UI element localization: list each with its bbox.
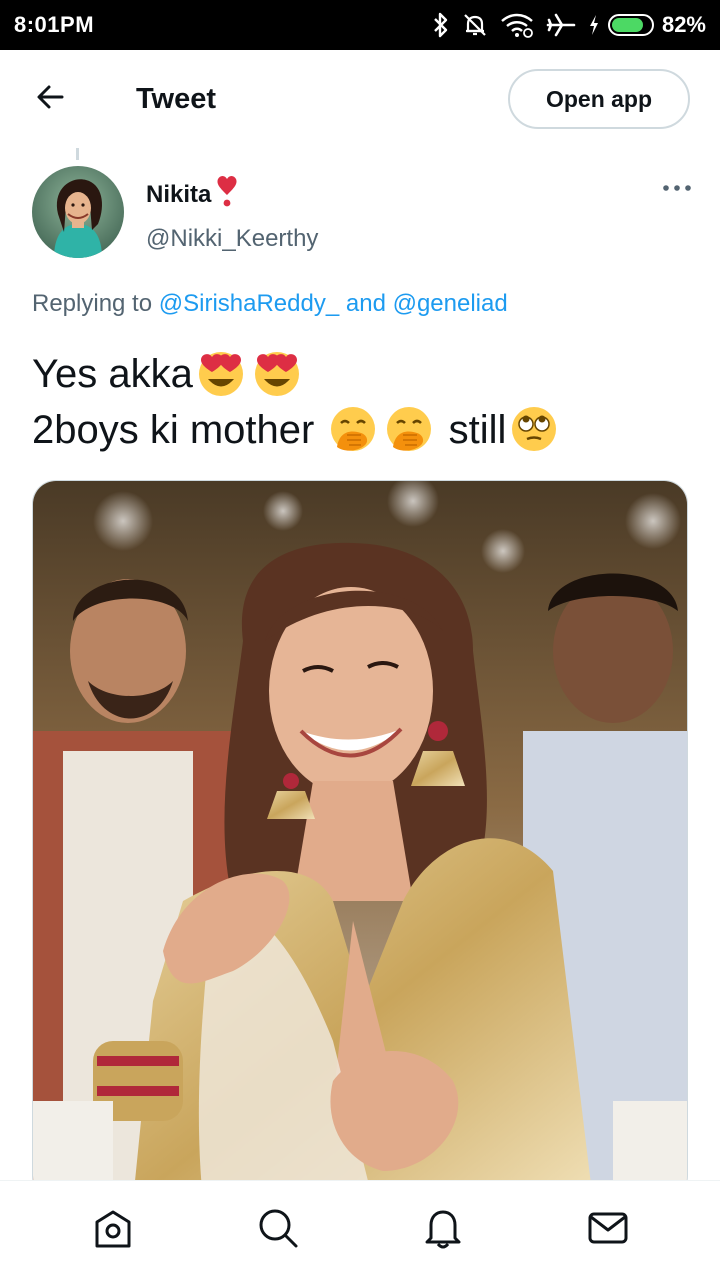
heart-exclamation-icon <box>215 174 239 215</box>
nav-home[interactable] <box>73 1191 153 1271</box>
notifications-icon <box>421 1206 465 1255</box>
wifi-icon <box>500 12 534 38</box>
heart-eyes-emoji <box>195 346 247 398</box>
author-avatar[interactable] <box>32 166 124 258</box>
replying-prefix: Replying to <box>32 290 153 317</box>
battery-fill <box>611 18 644 32</box>
reply-mention-2[interactable]: @geneliad <box>393 290 508 317</box>
tweet-line-1-text: Yes akka <box>32 352 193 396</box>
tweet-photo[interactable] <box>32 480 688 1200</box>
thread-connector-line <box>76 148 79 160</box>
battery-indicator: 82% <box>588 12 706 38</box>
nav-notifications[interactable] <box>403 1191 483 1271</box>
battery-percent: 82% <box>661 12 706 37</box>
charging-icon <box>588 14 600 36</box>
tweet-line-1: Yes akka <box>32 346 692 402</box>
author-name-row[interactable]: Nikita <box>146 174 662 215</box>
more-options-button[interactable] <box>662 180 692 198</box>
tweet-line-2-text-b: still <box>448 408 507 453</box>
nav-messages[interactable] <box>568 1191 648 1271</box>
airplane-icon <box>546 12 576 38</box>
open-app-button[interactable]: Open app <box>508 69 690 129</box>
header-bar: Tweet Open app <box>0 50 720 148</box>
back-button[interactable] <box>30 79 70 119</box>
tweet-line-2-text-a: 2boys ki mother <box>32 408 315 453</box>
author-names: Nikita @Nikki_Keerthy <box>146 174 662 253</box>
nav-search[interactable] <box>238 1191 318 1271</box>
status-time: 8:01PM <box>14 12 95 37</box>
battery-icon <box>607 14 654 36</box>
replying-to: Replying to @SirishaReddy_ and @geneliad <box>32 290 508 318</box>
tweet-text: Yes akka 2boys ki mother still <box>32 346 692 459</box>
home-icon <box>91 1206 135 1255</box>
search-icon <box>256 1206 300 1255</box>
reply-joiner[interactable]: and <box>346 290 386 317</box>
messages-icon <box>586 1206 630 1255</box>
hand-over-mouth-emoji <box>383 403 435 455</box>
status-icons: 82% <box>432 12 706 38</box>
rolling-eyes-emoji <box>508 403 560 455</box>
heart-eyes-emoji <box>251 346 303 398</box>
page-title: Tweet <box>136 82 217 115</box>
more-horizontal-icon <box>662 180 692 197</box>
reply-mention-1[interactable]: @SirishaReddy_ <box>159 290 339 317</box>
tweet-line-2: 2boys ki mother still <box>32 402 692 458</box>
author-handle[interactable]: @Nikki_Keerthy <box>146 225 662 253</box>
bluetooth-icon <box>432 12 450 38</box>
arrow-left-icon <box>34 81 66 118</box>
status-bar: 8:01PM 82% <box>0 0 720 50</box>
mute-icon <box>462 12 488 38</box>
bottom-navigation <box>0 1180 720 1280</box>
tweet-author-row: Nikita @Nikki_Keerthy <box>32 166 692 262</box>
hand-over-mouth-emoji <box>327 403 379 455</box>
author-name: Nikita <box>146 180 212 208</box>
